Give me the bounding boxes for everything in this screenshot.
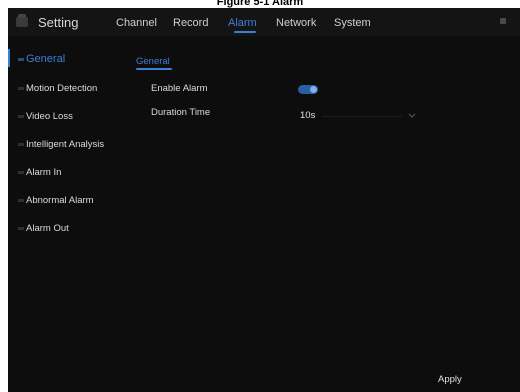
duration-time-label: Duration Time [151, 107, 211, 118]
enable-alarm-toggle[interactable] [298, 85, 318, 94]
sidebar-item-alarm-out[interactable]: Alarm Out [18, 223, 69, 234]
tab-system[interactable]: System [334, 17, 371, 29]
select-track [322, 116, 402, 117]
settings-icon [16, 14, 28, 27]
sidebar-item-label: General [26, 53, 66, 65]
bullet-icon [18, 114, 24, 118]
sidebar-item-label: Alarm Out [26, 223, 69, 234]
tab-alarm[interactable]: Alarm [228, 17, 257, 29]
page-title: Setting [38, 15, 79, 30]
bullet-icon [18, 86, 24, 90]
bullet-icon [18, 226, 24, 230]
tab-channel[interactable]: Channel [116, 17, 157, 29]
tab-network[interactable]: Network [276, 17, 316, 29]
sidebar-item-alarm-in[interactable]: Alarm In [18, 167, 61, 178]
top-bar: Setting Channel Record Alarm Network Sys… [8, 8, 520, 36]
tab-general[interactable]: General [136, 56, 170, 67]
window-menu-icon[interactable] [500, 18, 506, 24]
sidebar-item-video-loss[interactable]: Video Loss [18, 111, 73, 122]
sidebar-item-label: Video Loss [26, 111, 73, 122]
tab-record[interactable]: Record [173, 17, 208, 29]
apply-button[interactable]: Apply [438, 372, 478, 386]
enable-alarm-label: Enable Alarm [151, 83, 208, 94]
bullet-icon [18, 170, 24, 174]
sidebar: General Motion Detection Video Loss Inte… [8, 36, 126, 392]
sidebar-active-indicator [8, 49, 10, 67]
sidebar-item-label: Intelligent Analysis [26, 139, 105, 150]
bullet-icon [18, 57, 24, 61]
subtab-underline [136, 68, 172, 70]
sidebar-item-label: Abnormal Alarm [26, 195, 94, 206]
duration-time-select[interactable]: 10s [296, 109, 418, 123]
bullet-icon [18, 198, 24, 202]
bullet-icon [18, 142, 24, 146]
sidebar-item-intelligent-analysis[interactable]: Intelligent Analysis [18, 139, 104, 150]
sidebar-item-abnormal-alarm[interactable]: Abnormal Alarm [18, 195, 94, 206]
settings-window: Setting Channel Record Alarm Network Sys… [8, 8, 520, 392]
sidebar-item-motion-detection[interactable]: Motion Detection [18, 83, 97, 94]
figure-caption: Figure 5-1 Alarm [216, 0, 304, 8]
sidebar-item-label: Motion Detection [26, 83, 98, 94]
tab-alarm-underline [234, 31, 256, 33]
duration-time-value: 10s [300, 110, 316, 121]
sidebar-item-label: Alarm In [26, 167, 62, 178]
sidebar-item-general[interactable]: General [18, 53, 65, 65]
chevron-down-icon [408, 113, 416, 118]
